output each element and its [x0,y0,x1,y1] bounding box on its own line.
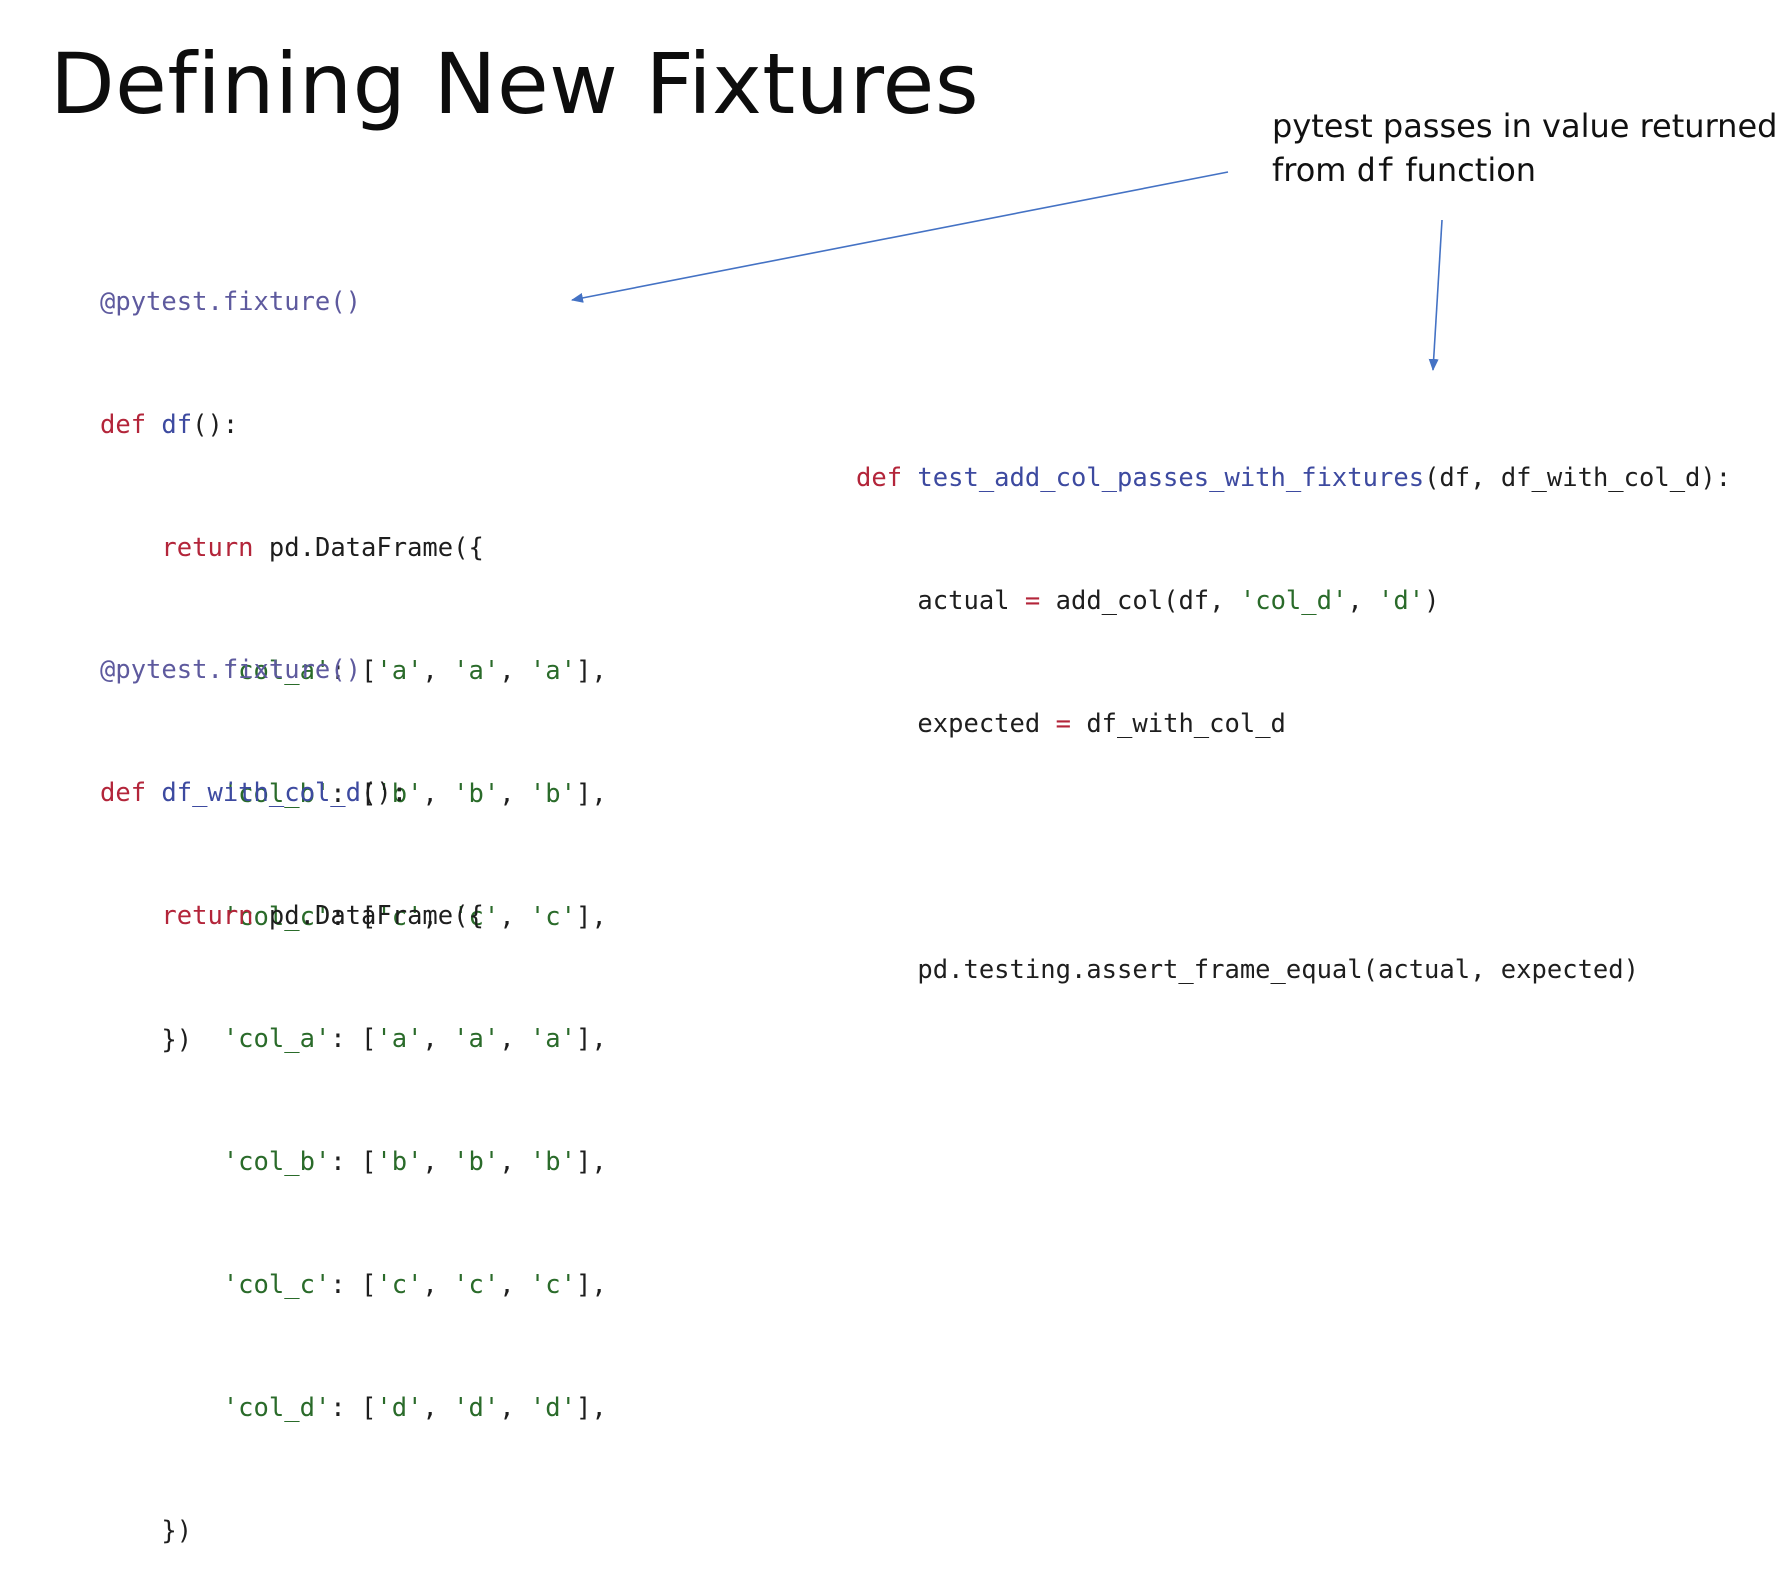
dict-sep: : [ [330,1393,377,1423]
list-value: 'b' [453,1147,500,1177]
dict-key: 'col_b' [222,1147,331,1177]
dict-key: 'col_a' [222,1024,331,1054]
list-value: 'd' [529,1393,576,1423]
code-line: 'col_c': ['c', 'c', 'c'], [222,1270,607,1300]
list-value: 'a' [376,1024,423,1054]
list-value: 'b' [376,1147,423,1177]
list-value: 'a' [529,1024,576,1054]
code-line: 'col_d': ['d', 'd', 'd'], [222,1393,607,1423]
list-value: 'c' [376,1270,423,1300]
code-line: 'col_a': ['a', 'a', 'a'], [222,1024,607,1054]
list-value: 'c' [453,1270,500,1300]
list-value: 'd' [376,1393,423,1423]
dict-sep: : [ [330,1147,377,1177]
arrow-to-test-function [1428,219,1443,371]
list-value: 'b' [529,1147,576,1177]
arrow-to-df-fixture [571,171,1229,303]
list-value: 'd' [453,1393,500,1423]
dict-sep: : [ [330,1024,377,1054]
dict-key: 'col_d' [222,1393,331,1423]
dict-key: 'col_c' [222,1270,331,1300]
code-line: 'col_b': ['b', 'b', 'b'], [222,1147,607,1177]
closing-brace: }) [161,1516,193,1546]
list-value: 'c' [529,1270,576,1300]
list-value: 'a' [453,1024,500,1054]
annotation-arrows [571,171,1443,371]
dict-sep: : [ [330,1270,377,1300]
code-line: }) [100,1511,607,1552]
